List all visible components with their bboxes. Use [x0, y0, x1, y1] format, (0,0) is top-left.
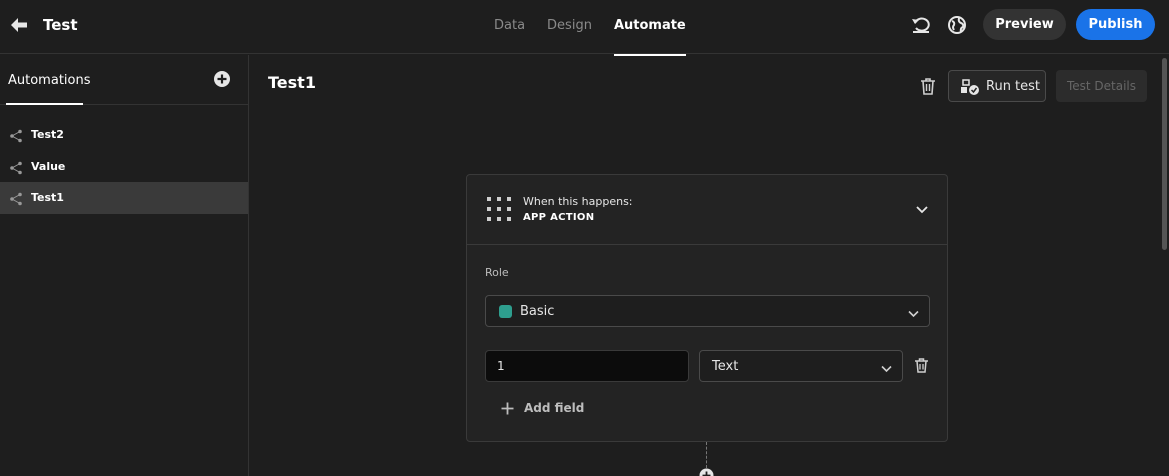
- sidebar-item-label: Test1: [31, 191, 64, 204]
- automations-sidebar: Automations Test2 Value Test1: [0, 55, 249, 476]
- field-type-value: Text: [712, 359, 739, 374]
- sidebar-item-test2[interactable]: Test2: [0, 119, 248, 151]
- app-title: Test: [43, 16, 78, 34]
- test-details-button[interactable]: Test Details: [1056, 70, 1147, 102]
- revert-icon[interactable]: [910, 14, 932, 36]
- sidebar-header: Automations: [0, 55, 248, 105]
- globe-icon[interactable]: [946, 14, 968, 36]
- chevron-down-icon: [907, 305, 920, 318]
- sidebar-item-label: Value: [31, 160, 66, 173]
- publish-button[interactable]: Publish: [1076, 9, 1155, 40]
- tab-automate[interactable]: Automate: [613, 0, 686, 56]
- chevron-down-icon[interactable]: [914, 201, 930, 217]
- add-step-icon[interactable]: [699, 468, 714, 476]
- trigger-card: When this happens: APP ACTION Role Basic…: [466, 174, 948, 442]
- sidebar-title-underline: [6, 103, 83, 105]
- flask-check-icon: [960, 78, 980, 96]
- trash-icon[interactable]: [918, 76, 938, 96]
- add-field-label: Add field: [524, 401, 585, 415]
- run-test-label: Run test: [986, 79, 1041, 94]
- trigger-type-label: APP ACTION: [523, 212, 595, 223]
- sidebar-item-test1[interactable]: Test1: [0, 182, 248, 214]
- chevron-down-icon: [880, 360, 893, 373]
- role-label: Role: [485, 266, 509, 279]
- trigger-card-header[interactable]: When this happens: APP ACTION: [467, 175, 947, 245]
- preview-button[interactable]: Preview: [983, 9, 1066, 40]
- field-name-input[interactable]: [485, 350, 689, 382]
- plus-icon: [500, 401, 515, 416]
- tab-data[interactable]: Data: [494, 0, 525, 54]
- add-automation-icon[interactable]: [213, 70, 231, 88]
- share-icon: [9, 128, 23, 143]
- trash-icon[interactable]: [913, 357, 930, 374]
- field-type-select[interactable]: Text: [699, 350, 903, 382]
- top-bar: Test Data Design Automate Preview Publis…: [0, 0, 1169, 56]
- share-icon: [9, 160, 23, 175]
- role-color-swatch: [499, 305, 512, 318]
- back-arrow-icon[interactable]: [8, 14, 30, 36]
- sidebar-title[interactable]: Automations: [8, 73, 91, 88]
- trigger-when-label: When this happens:: [523, 195, 633, 208]
- vertical-scrollbar[interactable]: [1162, 58, 1167, 250]
- share-icon: [9, 191, 23, 206]
- role-select[interactable]: Basic: [485, 295, 930, 327]
- sidebar-item-label: Test2: [31, 128, 64, 141]
- run-test-button[interactable]: Run test: [948, 70, 1046, 102]
- step-connector: [706, 442, 707, 468]
- role-value: Basic: [520, 304, 555, 319]
- sidebar-item-value[interactable]: Value: [0, 151, 248, 183]
- automation-canvas: Test1 Run test Test Details When this ha…: [250, 55, 1169, 476]
- app-action-grid-icon: [486, 196, 512, 222]
- tab-design[interactable]: Design: [547, 0, 592, 54]
- page-title: Test1: [268, 73, 316, 92]
- nav-tabs: Data Design Automate: [494, 0, 708, 56]
